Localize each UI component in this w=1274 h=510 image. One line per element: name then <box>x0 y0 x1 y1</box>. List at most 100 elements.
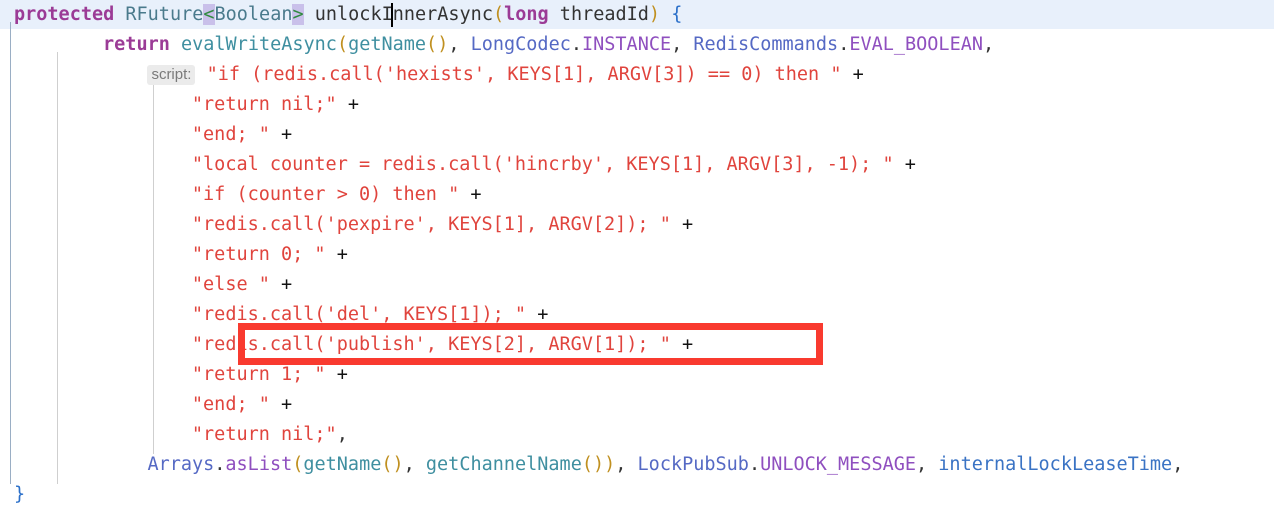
token-punct <box>671 334 682 355</box>
token-str: "redis.call('publish', KEYS[2], ARGV[1])… <box>191 334 671 355</box>
token-ind <box>58 34 103 55</box>
token-punct: , <box>336 424 348 445</box>
token-classnm: Arrays <box>147 454 215 475</box>
token-brkhl: > <box>292 4 304 25</box>
token-static: asList <box>225 454 293 475</box>
token-str: "local counter = redis.call('hincrby', K… <box>191 154 894 175</box>
token-plus: + <box>281 274 293 295</box>
token-punct <box>304 4 315 25</box>
token-punct <box>326 364 337 385</box>
token-str: "if (redis.call('hexists', KEYS[1], ARGV… <box>206 64 842 85</box>
token-classnm: LongCodec <box>470 34 571 55</box>
token-punct: , <box>403 454 415 475</box>
token-punct: , <box>448 34 460 55</box>
token-punct <box>170 34 181 55</box>
token-punct: . <box>570 34 582 55</box>
code-line[interactable]: "redis.call('del', KEYS[1]); " + <box>192 300 548 330</box>
token-str: "redis.call('pexpire', KEYS[1], ARGV[2])… <box>191 214 671 235</box>
token-field: internalLockLeaseTime <box>938 454 1173 475</box>
token-plus: + <box>281 124 293 145</box>
token-static: EVAL_BOOLEAN <box>849 34 983 55</box>
token-classnm: RedisCommands <box>693 34 839 55</box>
token-paren2: ) <box>648 4 661 25</box>
code-line[interactable]: "else " + <box>192 270 292 300</box>
token-punct <box>337 94 348 115</box>
token-plus: + <box>852 64 864 85</box>
token-plus: + <box>336 364 348 385</box>
code-line[interactable]: "local counter = redis.call('hincrby', K… <box>192 150 916 180</box>
token-punct <box>894 154 905 175</box>
token-paren2: ( <box>381 454 393 475</box>
token-plus: + <box>281 394 293 415</box>
token-punct: , <box>1172 454 1184 475</box>
token-punct <box>270 124 281 145</box>
code-line[interactable]: protected RFuture<Boolean> unlockInnerAs… <box>14 0 682 30</box>
token-method: evalWriteAsync <box>181 34 337 55</box>
token-paren2: ( <box>336 34 349 55</box>
token-method: getChannelName <box>425 454 582 475</box>
token-brace: } <box>14 484 26 505</box>
token-punct <box>626 454 637 475</box>
token-plus: + <box>681 334 694 355</box>
text-caret <box>391 3 394 27</box>
token-plus: + <box>537 304 549 325</box>
token-paren2: ) <box>592 454 605 475</box>
token-punct <box>660 4 671 25</box>
indent-guide-1 <box>57 52 58 484</box>
token-ident: threadId <box>548 4 649 25</box>
token-punct <box>526 304 537 325</box>
indent-guide-2 <box>153 82 154 454</box>
token-brkhl: < <box>203 4 215 25</box>
parameter-hint-script: script: <box>147 65 196 85</box>
code-editor[interactable]: protected RFuture<Boolean> unlockInnerAs… <box>0 0 1274 509</box>
code-line[interactable]: "redis.call('publish', KEYS[2], ARGV[1])… <box>192 330 693 360</box>
token-punct <box>927 454 938 475</box>
code-line[interactable]: script: "if (redis.call('hexists', KEYS[… <box>147 60 864 90</box>
token-str: "return nil;" <box>191 424 337 445</box>
code-line[interactable]: return evalWriteAsync(getName(), LongCod… <box>58 30 994 60</box>
token-str: "return 1; " <box>191 364 326 385</box>
token-punct: , <box>916 454 928 475</box>
token-plus: + <box>681 214 694 235</box>
token-static: INSTANCE <box>582 34 672 55</box>
token-plus: + <box>347 94 359 115</box>
token-punct: . <box>838 34 850 55</box>
code-line[interactable]: "end; " + <box>192 120 292 150</box>
token-brace: { <box>671 4 683 25</box>
token-str: "end; " <box>191 394 270 415</box>
code-line[interactable]: "if (counter > 0) then " + <box>192 180 482 210</box>
token-paren2: ( <box>581 454 593 475</box>
code-line[interactable]: "return nil;", <box>192 420 348 450</box>
token-punct: . <box>748 454 761 475</box>
token-plus: + <box>470 184 482 205</box>
token-str: "return 0; " <box>191 244 326 265</box>
token-ident: unlockInnerAsync <box>314 4 493 25</box>
token-punct <box>671 214 682 235</box>
code-line[interactable]: "return 1; " + <box>192 360 348 390</box>
token-type: Boolean <box>214 4 293 25</box>
token-str: "redis.call('del', KEYS[1]); " <box>191 304 527 325</box>
code-line[interactable]: } <box>14 480 25 510</box>
token-punct <box>459 184 470 205</box>
token-paren2: ) <box>392 454 404 475</box>
token-kw: long <box>504 4 549 25</box>
token-punct <box>841 64 852 85</box>
token-method: getName <box>348 34 427 55</box>
token-punct <box>270 274 281 295</box>
code-line[interactable]: Arrays.asList(getName(), getChannelName(… <box>147 450 1183 480</box>
code-line[interactable]: "return nil;" + <box>192 90 359 120</box>
token-type: RFuture <box>125 4 204 25</box>
token-punct <box>270 394 281 415</box>
token-str: "end; " <box>191 124 270 145</box>
code-line[interactable]: "end; " + <box>192 390 292 420</box>
token-paren2: ) <box>604 454 616 475</box>
code-line[interactable]: "redis.call('pexpire', KEYS[1], ARGV[2])… <box>192 210 693 240</box>
token-plus: + <box>336 244 348 265</box>
token-punct <box>114 4 125 25</box>
token-static: UNLOCK_MESSAGE <box>760 454 917 475</box>
code-line[interactable]: "return 0; " + <box>192 240 348 270</box>
token-punct: , <box>615 454 627 475</box>
token-punct: . <box>214 454 226 475</box>
token-punct: , <box>982 34 995 55</box>
token-punct <box>415 454 426 475</box>
